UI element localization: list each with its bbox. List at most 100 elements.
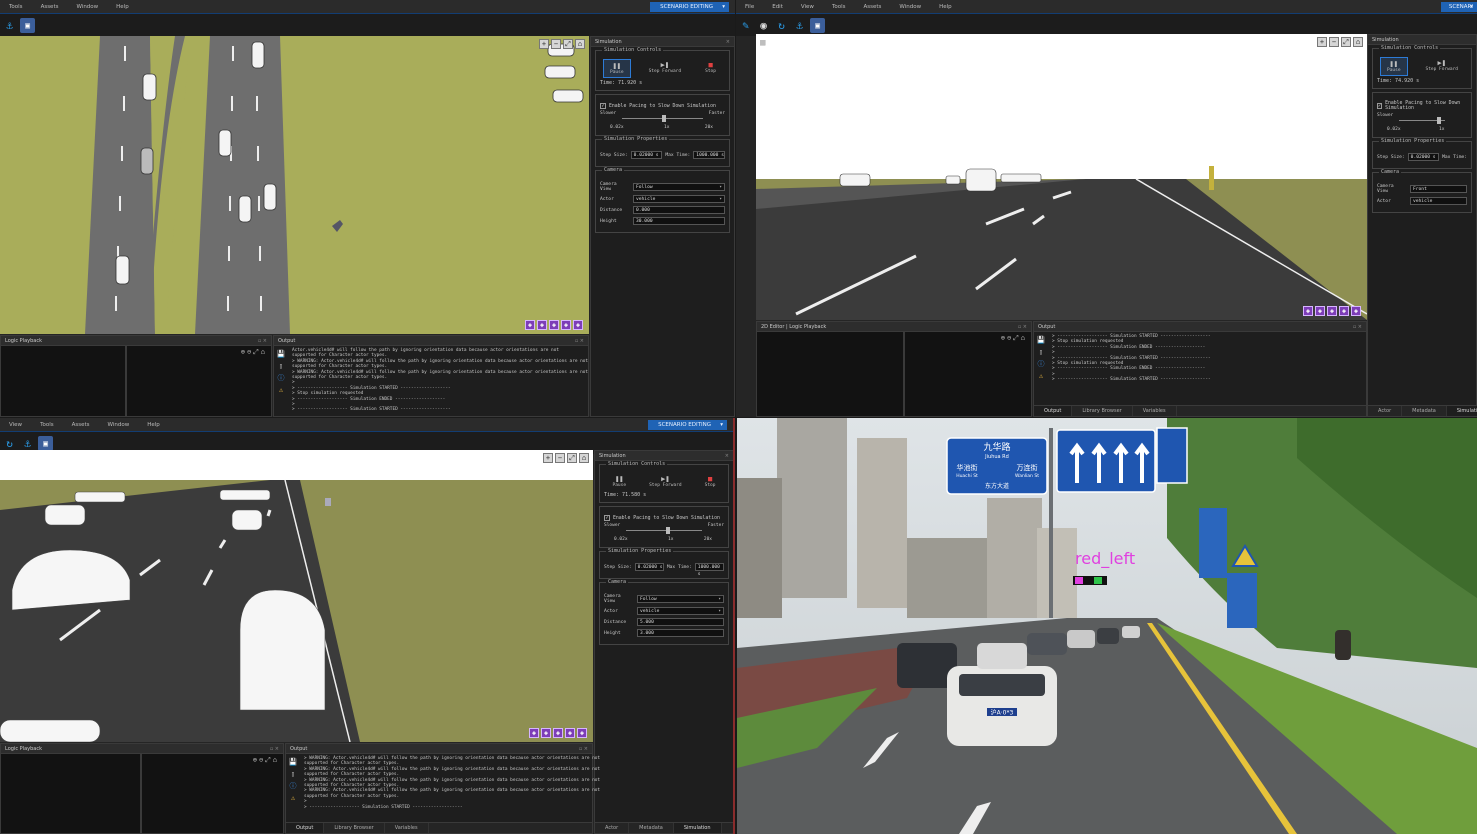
close-icon[interactable]: ▫ × bbox=[270, 746, 279, 752]
info-icon[interactable]: ⓘ bbox=[289, 782, 297, 790]
fit-icon[interactable]: ⤢ bbox=[253, 348, 259, 357]
actor-select[interactable]: vehicle bbox=[1410, 197, 1467, 205]
tab-output[interactable]: Output bbox=[286, 823, 325, 833]
document-icon[interactable]: ▯ bbox=[289, 770, 297, 778]
max-time-field[interactable]: 1000.000 s bbox=[693, 151, 726, 159]
close-icon[interactable]: ▫ × bbox=[258, 338, 267, 344]
close-icon[interactable]: × bbox=[726, 39, 730, 45]
menu-help[interactable]: Help bbox=[138, 422, 169, 428]
home-icon[interactable]: ⌂ bbox=[579, 453, 589, 463]
menu-help[interactable]: Help bbox=[107, 4, 138, 10]
fit-icon[interactable]: ⤢ bbox=[265, 756, 271, 765]
pen-icon[interactable]: ✎ bbox=[738, 18, 753, 33]
zoom-in-icon[interactable]: + bbox=[539, 39, 549, 49]
document-icon[interactable]: ▯ bbox=[277, 362, 285, 370]
cube-icon[interactable]: ◈ bbox=[541, 728, 551, 738]
menu-view[interactable]: View bbox=[0, 422, 31, 428]
height-field[interactable]: 30.000 bbox=[633, 217, 725, 225]
scenario-icon[interactable]: ▣ bbox=[810, 17, 825, 33]
scenario-icon[interactable]: ▣ bbox=[38, 435, 53, 451]
close-icon[interactable]: ▫ × bbox=[1018, 324, 1027, 330]
zoom-out-icon[interactable]: − bbox=[1329, 37, 1339, 47]
rotate-icon[interactable]: ↻ bbox=[2, 436, 17, 451]
mode-dropdown[interactable]: SCENARIO EDITING bbox=[650, 2, 729, 12]
save-icon[interactable]: 💾 bbox=[277, 350, 286, 358]
save-icon[interactable]: 💾 bbox=[1037, 336, 1046, 344]
document-icon[interactable]: ▯ bbox=[1037, 348, 1045, 356]
menu-tools[interactable]: Tools bbox=[31, 422, 63, 428]
warning-icon[interactable]: ⚠ bbox=[289, 794, 297, 802]
home-icon[interactable]: ⌂ bbox=[1353, 37, 1363, 47]
cube-icon[interactable]: ◈ bbox=[1315, 306, 1325, 316]
menu-assets[interactable]: Assets bbox=[855, 4, 891, 10]
pacing-checkbox[interactable]: ✓ Enable Pacing to Slow Down Simulation bbox=[604, 515, 724, 521]
menu-help[interactable]: Help bbox=[930, 4, 961, 10]
camera-view-select[interactable]: Follow bbox=[637, 595, 724, 603]
zoom-out-icon[interactable]: − bbox=[555, 453, 565, 463]
cube-icon[interactable]: ◈ bbox=[565, 728, 575, 738]
anchor-icon[interactable]: ⚓ bbox=[792, 18, 807, 33]
max-time-field[interactable]: 1000.000 s bbox=[694, 563, 725, 577]
pacing-slider[interactable]: Slower Faster 0.02x 1x 20x bbox=[604, 523, 724, 543]
fit-icon[interactable]: ⤢ bbox=[1013, 334, 1019, 343]
menu-edit[interactable]: Edit bbox=[763, 4, 792, 10]
step-size-field[interactable]: 0.02000 s bbox=[1407, 153, 1440, 161]
cube-icon[interactable]: ◈ bbox=[1327, 306, 1337, 316]
zoom-out-icon[interactable]: ⊖ bbox=[247, 348, 251, 357]
warning-icon[interactable]: ⚠ bbox=[277, 386, 285, 394]
menu-window[interactable]: Window bbox=[890, 4, 930, 10]
home-icon[interactable]: ⌂ bbox=[261, 348, 265, 357]
tab-metadata[interactable]: Metadata bbox=[629, 823, 674, 833]
stop-button[interactable]: ■ Stop bbox=[699, 473, 722, 490]
close-icon[interactable]: × bbox=[725, 453, 729, 459]
rotate-icon[interactable]: ↻ bbox=[774, 18, 789, 33]
fit-icon[interactable]: ⤢ bbox=[1341, 37, 1351, 47]
menu-assets[interactable]: Assets bbox=[32, 4, 68, 10]
camera-view-select[interactable]: Follow bbox=[633, 183, 725, 191]
home-icon[interactable]: ⌂ bbox=[273, 756, 277, 765]
step-forward-button[interactable]: ▶❚ Step Forward bbox=[643, 59, 688, 78]
tab-library-browser[interactable]: Library Browser bbox=[324, 823, 385, 833]
close-icon[interactable]: ▫ × bbox=[579, 746, 588, 752]
step-size-field[interactable]: 0.02000 s bbox=[634, 563, 664, 571]
zoom-out-icon[interactable]: ⊖ bbox=[1007, 334, 1011, 343]
tab-variables[interactable]: Variables bbox=[385, 823, 429, 833]
warning-icon[interactable]: ⚠ bbox=[1037, 372, 1045, 380]
pause-button[interactable]: ❚❚ Pause bbox=[603, 59, 631, 78]
tab-library-browser[interactable]: Library Browser bbox=[1072, 406, 1133, 416]
zoom-out-icon[interactable]: − bbox=[551, 39, 561, 49]
anchor-icon[interactable]: ⚓ bbox=[2, 18, 17, 33]
step-forward-button[interactable]: ▶❚ Step Forward bbox=[1420, 57, 1465, 76]
mode-dropdown[interactable]: SCENARIO EDITING bbox=[648, 420, 727, 430]
pacing-slider[interactable]: Slower Faster 0.02x 1x 20x bbox=[600, 111, 725, 131]
home-icon[interactable]: ⌂ bbox=[575, 39, 585, 49]
tab-metadata[interactable]: Metadata bbox=[1402, 406, 1447, 416]
height-field[interactable]: 3.000 bbox=[637, 629, 724, 637]
distance-field[interactable]: 5.000 bbox=[637, 618, 724, 626]
zoom-in-icon[interactable]: ⊕ bbox=[1001, 334, 1005, 343]
3d-viewport-follow[interactable]: + − ⤢ ⌂ ◈ ◈ ◈ ◈ ◈ bbox=[0, 450, 593, 742]
cube-icon[interactable]: ◈ bbox=[537, 320, 547, 330]
pause-button[interactable]: ❚❚ Pause bbox=[1379, 57, 1408, 76]
cube-icon[interactable]: ◈ bbox=[553, 728, 563, 738]
cube-icon[interactable]: ◈ bbox=[1303, 306, 1313, 316]
zoom-in-icon[interactable]: + bbox=[543, 453, 553, 463]
cube-icon[interactable]: ◈ bbox=[1351, 306, 1361, 316]
grid-icon[interactable]: ▦ bbox=[760, 38, 770, 48]
close-icon[interactable]: ▫ × bbox=[575, 338, 584, 344]
menu-view[interactable]: View bbox=[792, 4, 823, 10]
cube-icon[interactable]: ◈ bbox=[529, 728, 539, 738]
zoom-in-icon[interactable]: + bbox=[1317, 37, 1327, 47]
3d-viewport-topdown[interactable]: + − ⤢ ⌂ ◈ ◈ ◈ ◈ ◈ bbox=[0, 36, 589, 334]
zoom-in-icon[interactable]: ⊕ bbox=[241, 348, 245, 357]
distance-field[interactable]: 0.000 bbox=[633, 206, 725, 214]
cube-icon[interactable]: ◈ bbox=[573, 320, 583, 330]
stop-button[interactable]: ■ Stop bbox=[699, 59, 722, 78]
menu-assets[interactable]: Assets bbox=[63, 422, 99, 428]
actor-select[interactable]: vehicle bbox=[633, 195, 725, 203]
step-size-field[interactable]: 0.02000 s bbox=[630, 151, 663, 159]
tab-variables[interactable]: Variables bbox=[1133, 406, 1177, 416]
cube-icon[interactable]: ◈ bbox=[561, 320, 571, 330]
close-icon[interactable]: ▫ × bbox=[1353, 324, 1362, 330]
home-icon[interactable]: ⌂ bbox=[1021, 334, 1025, 343]
